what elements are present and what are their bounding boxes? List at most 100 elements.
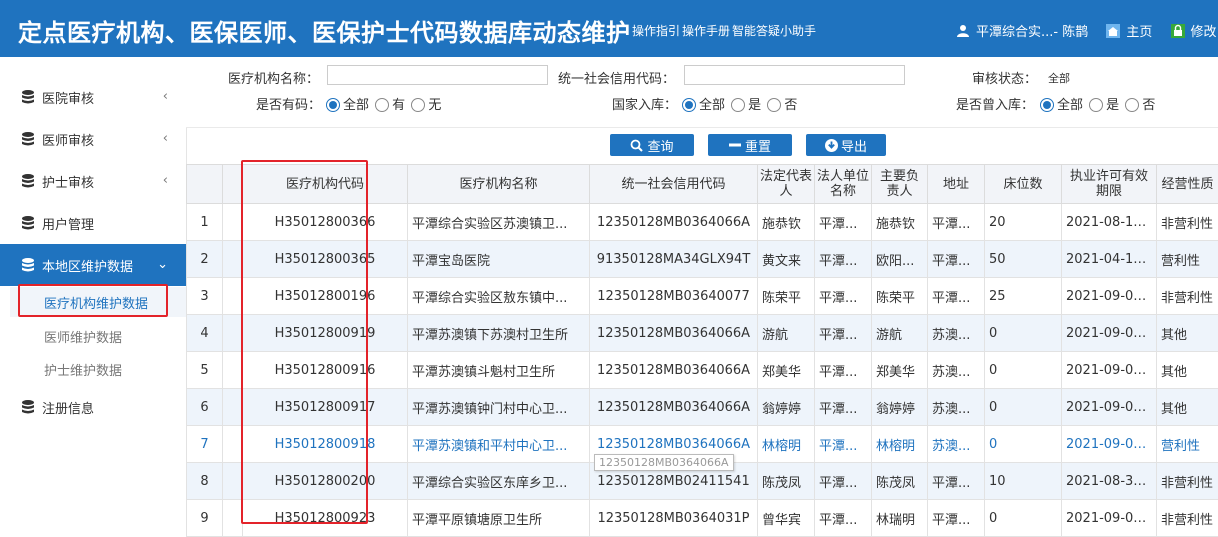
cell-legal-unit: 平潭... <box>815 426 872 463</box>
cell-index: 9 <box>187 500 223 537</box>
link-assistant[interactable]: 智能答疑小助手 <box>732 24 816 38</box>
col-org-code[interactable]: 医疗机构代码 <box>243 165 408 204</box>
sidebar-item-user-management[interactable]: 用户管理 <box>0 202 186 244</box>
col-beds[interactable]: 床位数 <box>985 165 1062 204</box>
cell-legal-unit: 平潭... <box>815 204 872 241</box>
tooltip: 12350128MB0364066A <box>594 454 734 471</box>
sidebar-item-doctor-review[interactable]: 医师审核 ‹ <box>0 118 186 160</box>
col-check <box>223 165 243 204</box>
cell-valid: 2021-08-30... <box>1062 463 1157 500</box>
col-index <box>187 165 223 204</box>
app-header: 定点医疗机构、医保医师、医保护士代码数据库动态维护 操作指引操作手册智能答疑小助… <box>0 0 1218 57</box>
chevron-left-icon: ‹ <box>163 173 168 188</box>
cell-head: 游航 <box>872 315 928 352</box>
sidebar-subitem-doctor-data[interactable]: 医师维护数据 <box>10 321 186 351</box>
cell-credit-code: 12350128MB0364066A <box>590 204 758 241</box>
cell-legal-rep: 林榕明 <box>758 426 815 463</box>
table-row[interactable]: 3H35012800196平潭综合实验区敖东镇中...12350128MB036… <box>187 278 1218 315</box>
table-row[interactable]: 1H35012800366平潭综合实验区苏澳镇卫...12350128MB036… <box>187 204 1218 241</box>
cell-org-code: H35012800919 <box>243 315 408 352</box>
sidebar-item-label: 本地区维护数据 <box>42 256 133 275</box>
sidebar-item-registration[interactable]: 注册信息 <box>0 386 186 428</box>
radio-label: 全部 <box>1057 98 1083 113</box>
sidebar-item-local-data[interactable]: 本地区维护数据 ⌄ <box>0 244 186 286</box>
radio-label: 全部 <box>343 98 369 113</box>
radio-ever-all[interactable] <box>1040 98 1054 112</box>
cell-org-name: 平潭苏澳镇和平村中心卫... <box>408 426 590 463</box>
radio-national-yes[interactable] <box>731 98 745 112</box>
link-manual[interactable]: 操作手册 <box>682 24 730 38</box>
reset-button[interactable]: 重置 <box>708 134 792 156</box>
cell-head: 林瑞明 <box>872 500 928 537</box>
app-title: 定点医疗机构、医保医师、医保护士代码数据库动态维护 <box>18 13 631 48</box>
cell-nature: 非营利性 <box>1157 500 1218 537</box>
user-menu[interactable]: 平潭综合实...- 陈鹊 <box>956 21 1088 40</box>
cell-address: 平潭... <box>928 278 985 315</box>
cell-check[interactable] <box>223 463 243 500</box>
cell-check[interactable] <box>223 426 243 463</box>
cell-org-code: H35012800200 <box>243 463 408 500</box>
sidebar-subitem-label: 护士维护数据 <box>44 360 122 379</box>
table-row[interactable]: 2H35012800365平潭宝岛医院91350128MA34GLX94T黄文来… <box>187 241 1218 278</box>
reset-label: 重置 <box>745 136 771 155</box>
radio-has-code-no[interactable] <box>411 98 425 112</box>
status-select[interactable]: 全部 <box>1042 67 1212 87</box>
table-row[interactable]: 9H35012800923平潭平原镇塘原卫生所12350128MB0364031… <box>187 500 1218 537</box>
col-credit-code[interactable]: 统一社会信用代码 <box>590 165 758 204</box>
col-head[interactable]: 主要负责人 <box>872 165 928 204</box>
query-button[interactable]: 查询 <box>610 134 694 156</box>
cell-check[interactable] <box>223 352 243 389</box>
cell-legal-unit: 平潭... <box>815 278 872 315</box>
cell-check[interactable] <box>223 315 243 352</box>
cell-legal-unit: 平潭... <box>815 500 872 537</box>
cell-beds: 0 <box>985 389 1062 426</box>
export-button[interactable]: 导出 <box>806 134 886 156</box>
radio-ever-no[interactable] <box>1125 98 1139 112</box>
password-link[interactable]: 修改 <box>1171 21 1217 40</box>
col-valid[interactable]: 执业许可有效期限 <box>1062 165 1157 204</box>
cell-address: 平潭... <box>928 500 985 537</box>
radio-national-no[interactable] <box>767 98 781 112</box>
table-row[interactable]: 6H35012800917平潭苏澳镇钟门村中心卫...12350128MB036… <box>187 389 1218 426</box>
cell-check[interactable] <box>223 500 243 537</box>
cell-index: 8 <box>187 463 223 500</box>
database-icon <box>20 173 36 189</box>
col-org-name[interactable]: 医疗机构名称 <box>408 165 590 204</box>
sidebar-item-hospital-review[interactable]: 医院审核 ‹ <box>0 76 186 118</box>
col-legal-unit[interactable]: 法人单位名称 <box>815 165 872 204</box>
radio-has-code-all[interactable] <box>326 98 340 112</box>
query-label: 查询 <box>647 136 673 155</box>
sidebar-item-nurse-review[interactable]: 护士审核 ‹ <box>0 160 186 202</box>
cell-beds: 50 <box>985 241 1062 278</box>
sidebar-subitem-nurse-data[interactable]: 护士维护数据 <box>10 354 186 384</box>
home-link[interactable]: 主页 <box>1106 21 1152 40</box>
database-icon <box>20 215 36 231</box>
table-row[interactable]: 4H35012800919平潭苏澳镇下苏澳村卫生所12350128MB03640… <box>187 315 1218 352</box>
header-links: 操作指引操作手册智能答疑小助手 <box>632 22 818 39</box>
cell-address: 苏澳... <box>928 426 985 463</box>
credit-code-input[interactable] <box>684 65 905 85</box>
col-legal-rep[interactable]: 法定代表人 <box>758 165 815 204</box>
cell-check[interactable] <box>223 204 243 241</box>
radio-national-all[interactable] <box>682 98 696 112</box>
cell-check[interactable] <box>223 241 243 278</box>
cell-check[interactable] <box>223 278 243 315</box>
cell-check[interactable] <box>223 389 243 426</box>
cell-credit-code: 12350128MB0364031P <box>590 500 758 537</box>
link-guide[interactable]: 操作指引 <box>632 24 680 38</box>
status-label: 审核状态： <box>972 68 1037 87</box>
sidebar-subitem-label: 医师维护数据 <box>44 327 122 346</box>
cell-head: 郑美华 <box>872 352 928 389</box>
radio-ever-yes[interactable] <box>1089 98 1103 112</box>
col-address[interactable]: 地址 <box>928 165 985 204</box>
radio-label: 全部 <box>699 98 725 113</box>
cell-credit-code: 12350128MB0364066A <box>590 389 758 426</box>
cell-org-name: 平潭平原镇塘原卫生所 <box>408 500 590 537</box>
cell-org-name: 平潭综合实验区敖东镇中... <box>408 278 590 315</box>
sidebar-item-label: 医师审核 <box>42 130 94 149</box>
radio-has-code-yes[interactable] <box>375 98 389 112</box>
radio-label: 否 <box>1142 98 1155 113</box>
col-nature[interactable]: 经营性质 <box>1157 165 1218 204</box>
table-row[interactable]: 5H35012800916平潭苏澳镇斗魁村卫生所12350128MB036406… <box>187 352 1218 389</box>
org-name-input[interactable] <box>327 65 548 85</box>
